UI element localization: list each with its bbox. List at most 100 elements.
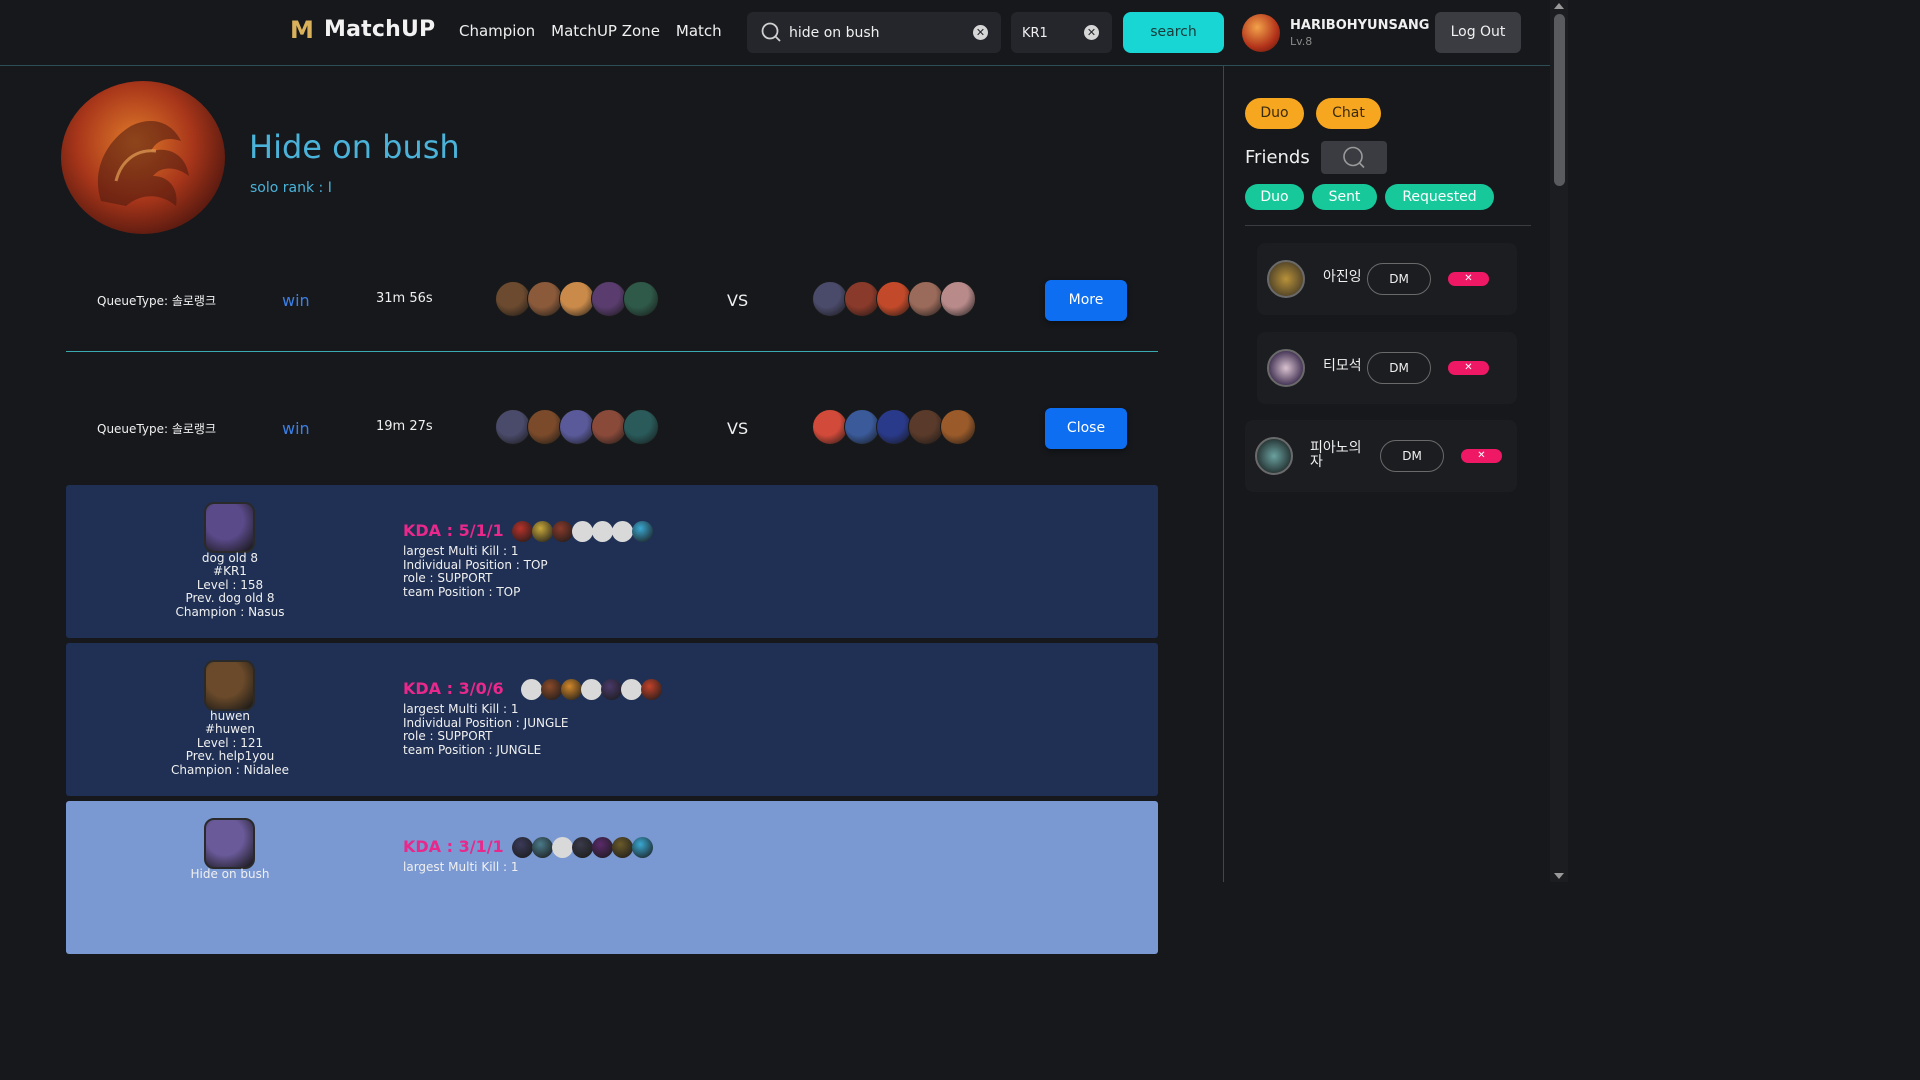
tab-duo[interactable]: Duo [1245,98,1304,129]
champion-icon [876,281,912,317]
summoner-search-input[interactable] [789,21,965,45]
nav-match[interactable]: Match [676,22,722,40]
scroll-up-arrow-icon[interactable] [1554,3,1564,9]
summoner-search-box: ✕ [747,12,1001,53]
champion-icon [559,281,595,317]
item-slot [541,679,562,700]
player-tag: #KR1 [213,564,247,579]
friends-search-button[interactable] [1321,141,1387,174]
team-position: team Position : TOP [403,584,521,599]
team1-champions [495,409,659,445]
user-level: Lv.8 [1290,35,1313,48]
logo[interactable]: M MatchUP [288,16,435,42]
search-icon [761,22,781,42]
item-slot [592,837,613,858]
player-prev-name: Prev. help1you [185,749,275,764]
close-button[interactable]: Close [1045,408,1127,449]
item-slots [512,837,653,858]
player-role: role : SUPPORT [403,571,493,585]
item-slot [641,679,662,700]
champion-icon [940,409,976,445]
team-position: team Position : JUNGLE [403,742,542,757]
item-slot [581,679,602,700]
item-slots [512,521,653,542]
sidebar-divider [1245,225,1531,226]
claw-emblem-icon [97,121,189,206]
clear-search-icon[interactable]: ✕ [973,25,988,40]
player-champion: Champion : Nasus [175,604,285,619]
filter-duo[interactable]: Duo [1245,184,1304,210]
solo-rank: solo rank : I [250,180,332,196]
largest-multi-kill: largest Multi Kill : 1 [403,544,519,558]
champion-icon [812,409,848,445]
match-result: win [282,291,310,310]
champion-icon [559,409,595,445]
scroll-down-arrow-icon[interactable] [1554,873,1564,879]
item-slots [521,679,662,700]
nav-champion[interactable]: Champion [459,22,535,40]
friend-item: 티모석 DM ✕ [1257,332,1517,404]
player-info: dog old 8 #KR1 Level : 158 Prev. dog old… [130,551,330,619]
largest-multi-kill: largest Multi Kill : 1 [403,702,519,716]
item-slot [532,837,553,858]
item-slot [601,679,622,700]
logout-button[interactable]: Log Out [1435,12,1521,53]
friend-item: 피아노의 자 DM ✕ [1245,420,1517,492]
champion-icon [908,281,944,317]
champion-icon [495,409,531,445]
region-box: ✕ [1011,12,1112,53]
player-card: huwen #huwen Level : 121 Prev. help1you … [66,643,1158,796]
user-name: HARIBOHYUNSANG [1290,18,1430,33]
page-scrollbar[interactable] [1550,0,1568,882]
player-role: role : SUPPORT [403,729,493,743]
search-icon [1343,146,1365,169]
profile-icon [61,81,225,234]
item-slot [532,521,553,542]
player-prev-name: Prev. dog old 8 [185,591,275,606]
friend-item: 아진잉 DM ✕ [1257,243,1517,315]
region-input[interactable] [1022,21,1082,45]
champion-icon [623,409,659,445]
main-nav: Champion MatchUP Zone Match [459,22,722,40]
nav-matchup-zone[interactable]: MatchUP Zone [551,22,660,40]
search-button[interactable]: search [1123,12,1224,53]
user-profile[interactable]: HARIBOHYUNSANG Lv.8 [1242,14,1429,52]
remove-friend-icon[interactable]: ✕ [1461,449,1502,463]
player-avatar [204,660,255,711]
item-slot [632,837,653,858]
team2-champions [812,409,976,445]
champion-icon [591,281,627,317]
champion-icon [844,281,880,317]
scroll-thumb[interactable] [1554,14,1565,186]
player-kda: KDA : 3/1/1 [403,837,504,856]
item-slot [632,521,653,542]
champion-icon [527,409,563,445]
tab-chat[interactable]: Chat [1316,98,1381,129]
remove-friend-icon[interactable]: ✕ [1448,361,1489,375]
player-tag: #huwen [204,722,256,737]
friend-avatar [1255,437,1293,475]
filter-requested[interactable]: Requested [1385,184,1494,210]
dm-button[interactable]: DM [1367,263,1431,295]
match-result: win [282,419,310,438]
player-avatar [204,502,255,553]
remove-friend-icon[interactable]: ✕ [1448,272,1489,286]
more-button[interactable]: More [1045,280,1127,321]
match-row: QueueType: 솔로랭크 win 31m 56s VS More [66,255,1158,345]
match-row: QueueType: 솔로랭크 win 19m 27s VS Close [66,383,1158,473]
filter-sent[interactable]: Sent [1312,184,1377,210]
champion-icon [908,409,944,445]
individual-position: Individual Position : TOP [403,557,548,572]
item-slot [561,679,582,700]
dm-button[interactable]: DM [1380,440,1444,472]
clear-region-icon[interactable]: ✕ [1084,25,1099,40]
champion-icon [495,281,531,317]
vs-label: VS [727,291,749,310]
dm-button[interactable]: DM [1367,352,1431,384]
champion-icon [844,409,880,445]
player-level: Level : 121 [196,735,264,750]
item-slot [621,679,642,700]
queue-type: QueueType: 솔로랭크 [97,294,217,308]
player-card-self: Hide on bush KDA : 3/1/1 largest Multi K… [66,801,1158,954]
logo-mark-icon: M [290,16,314,42]
